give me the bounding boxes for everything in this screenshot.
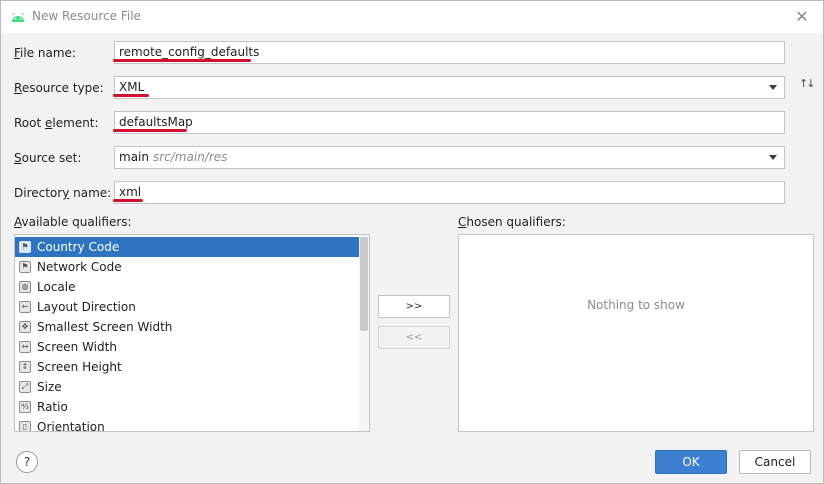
list-item[interactable]: ◍ Locale — [15, 277, 359, 297]
ratio-icon: ⁴⁄₃ — [19, 401, 31, 413]
scrollbar-thumb[interactable] — [360, 237, 368, 331]
source-set-value: main — [119, 150, 149, 164]
android-icon — [10, 10, 26, 24]
chevron-down-icon — [769, 155, 777, 160]
list-item[interactable]: ▯ Orientation — [15, 417, 359, 432]
window-title: New Resource File — [32, 9, 141, 23]
add-qualifier-button[interactable]: >> — [378, 295, 450, 318]
source-set-dropdown[interactable]: main src/main/res — [114, 146, 785, 169]
list-item-label: Ratio — [37, 400, 68, 414]
list-item-label: Screen Width — [37, 340, 117, 354]
screen-width-icon: ↔ — [19, 341, 31, 353]
smallest-width-icon: ✥ — [19, 321, 31, 333]
empty-state-text: Nothing to show — [587, 298, 685, 312]
layout-direction-icon: ← — [19, 301, 31, 313]
orientation-icon: ▯ — [19, 421, 31, 431]
annotation-underline — [113, 59, 251, 62]
list-item[interactable]: ✥ Smallest Screen Width — [15, 317, 359, 337]
resource-type-dropdown[interactable]: XML — [114, 76, 785, 99]
root-element-label: Root element: — [14, 116, 99, 130]
available-qualifiers-label: Available qualifiers: — [14, 215, 132, 229]
list-item-label: Screen Height — [37, 360, 122, 374]
list-item-label: Network Code — [37, 260, 122, 274]
list-item-label: Orientation — [37, 420, 105, 432]
list-item[interactable]: ⁴⁄₃ Ratio — [15, 397, 359, 417]
annotation-underline — [113, 199, 143, 202]
resource-type-label: Resource type: — [14, 81, 104, 95]
sort-icon[interactable]: ↑↓ — [799, 77, 815, 93]
new-resource-file-dialog: New Resource File ✕ File name: remote_co… — [0, 0, 824, 484]
list-item[interactable]: ← Layout Direction — [15, 297, 359, 317]
source-set-label: Source set: — [14, 151, 82, 165]
list-item[interactable]: ↔ Screen Width — [15, 337, 359, 357]
remove-qualifier-button[interactable]: << — [378, 326, 450, 349]
screen-height-icon: ↕ — [19, 361, 31, 373]
root-element-field[interactable]: defaultsMap — [114, 111, 785, 134]
list-item-label: Size — [37, 380, 62, 394]
list-item-label: Country Code — [37, 240, 120, 254]
list-item[interactable]: ⤢ Size — [15, 377, 359, 397]
globe-icon: ◍ — [19, 281, 31, 293]
ok-button[interactable]: OK — [655, 450, 727, 474]
list-item-label: Smallest Screen Width — [37, 320, 173, 334]
list-item[interactable]: ⚑ Country Code — [15, 237, 359, 257]
chosen-qualifiers-list[interactable]: Nothing to show — [458, 234, 814, 432]
list-item-label: Layout Direction — [37, 300, 136, 314]
annotation-underline — [113, 94, 149, 97]
size-icon: ⤢ — [19, 381, 31, 393]
network-code-icon: ⚑ — [19, 261, 31, 273]
country-code-icon: ⚑ — [19, 241, 31, 253]
close-icon[interactable]: ✕ — [793, 8, 811, 26]
file-name-label: File name: — [14, 46, 76, 60]
cancel-button[interactable]: Cancel — [739, 450, 811, 474]
list-item-label: Locale — [37, 280, 76, 294]
directory-name-field[interactable]: xml — [114, 181, 785, 204]
list-item[interactable]: ⚑ Network Code — [15, 257, 359, 277]
help-button[interactable]: ? — [16, 451, 38, 473]
list-item[interactable]: ↕ Screen Height — [15, 357, 359, 377]
annotation-underline — [113, 129, 187, 132]
directory-name-label: Directory name: — [14, 186, 112, 200]
title-bar: New Resource File ✕ — [1, 1, 823, 33]
list-scrollbar[interactable] — [359, 235, 369, 431]
chosen-qualifiers-label: Chosen qualifiers: — [458, 215, 566, 229]
available-qualifiers-list[interactable]: ▯ Orientation ⁴⁄₃ Ratio ⤢ Size ↕ Screen Height ↔… — [14, 234, 370, 432]
chevron-down-icon — [769, 85, 777, 90]
source-set-hint: src/main/res — [152, 150, 228, 164]
